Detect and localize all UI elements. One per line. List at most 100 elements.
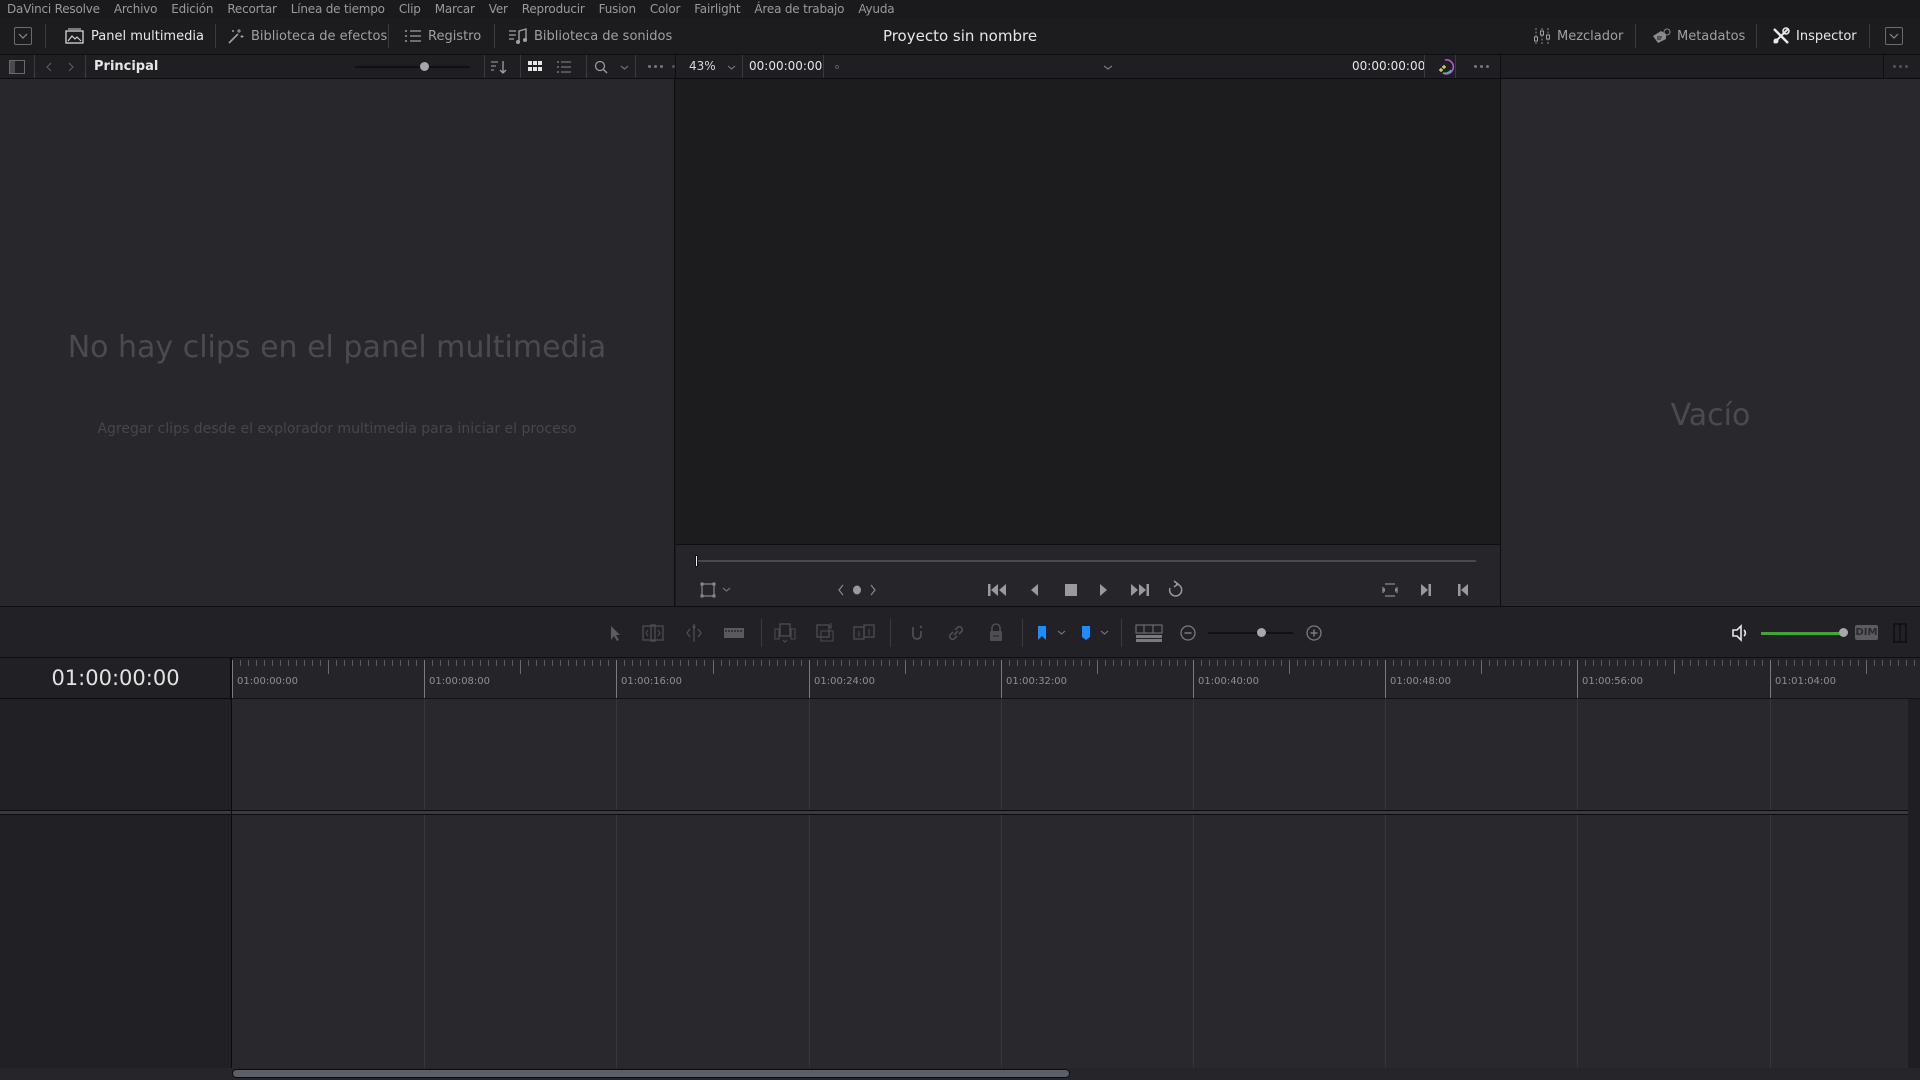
menu-davinci-resolve[interactable]: DaVinci Resolve (7, 2, 100, 16)
replace-clip-icon[interactable] (852, 621, 876, 645)
dim-button[interactable]: DIM (1855, 625, 1878, 640)
overwrite-clip-icon[interactable] (813, 621, 837, 645)
slider-handle[interactable] (1839, 628, 1848, 637)
tab-mezclador[interactable]: Mezclador (1533, 18, 1623, 54)
menu-linea-de-tiempo[interactable]: Línea de tiempo (291, 2, 385, 16)
tab-panel-multimedia[interactable]: Panel multimedia (65, 18, 204, 54)
timeline-view-options-icon[interactable] (1135, 621, 1163, 645)
project-title: Proyecto sin nombre (882, 27, 1038, 45)
chevron-down-icon[interactable] (1100, 630, 1109, 635)
slider-handle[interactable] (1256, 628, 1266, 637)
thumbnail-view-icon[interactable] (528, 61, 542, 73)
chevron-down-icon[interactable] (1057, 630, 1066, 635)
scrubber-bar[interactable] (695, 555, 1476, 567)
zoom-out-icon[interactable] (1176, 621, 1200, 645)
linked-selection-icon[interactable] (944, 621, 968, 645)
match-frame-icon[interactable] (1381, 582, 1399, 598)
menu-color[interactable]: Color (650, 2, 681, 16)
menu-edicion[interactable]: Edición (171, 2, 213, 16)
timeline-vertical-scrollbar[interactable] (1908, 699, 1920, 1068)
tab-inspector[interactable]: Inspector (1772, 18, 1857, 54)
dynamic-trim-icon[interactable] (682, 621, 706, 645)
audio-meter-icon[interactable] (1893, 623, 1907, 643)
timeline-tracks[interactable] (232, 699, 1920, 1068)
menu-ver[interactable]: Ver (489, 2, 508, 16)
menu-fusion[interactable]: Fusion (599, 2, 636, 16)
menu-reproducir[interactable]: Reproducir (522, 2, 585, 16)
timeline-ruler[interactable]: 01:00:00:00 01:00:08:00 01:00:16:00 01:00:2… (232, 658, 1920, 699)
play-icon[interactable] (1098, 582, 1110, 598)
timeline-grid-line (1385, 699, 1386, 1068)
timeline-current-timecode[interactable]: 01:00:00:00 (0, 658, 231, 699)
position-lock-icon[interactable] (984, 621, 1008, 645)
color-effects-icon[interactable] (1437, 58, 1455, 76)
inspector-more-options-icon[interactable] (1893, 65, 1908, 68)
menu-fairlight[interactable]: Fairlight (694, 2, 740, 16)
jog-left-icon[interactable] (837, 584, 845, 596)
chevron-down-icon[interactable] (727, 65, 736, 70)
jog-right-icon[interactable] (869, 584, 877, 596)
chevron-down-icon[interactable] (722, 587, 731, 592)
more-options-icon[interactable] (648, 65, 663, 68)
workspace-dropdown-button[interactable] (14, 27, 32, 45)
sort-icon[interactable] (490, 60, 508, 74)
divider (215, 24, 216, 48)
scrollbar-thumb[interactable] (232, 1069, 1070, 1078)
menu-bar: DaVinci Resolve Archivo Edición Recortar… (0, 0, 1920, 18)
divider (823, 55, 824, 78)
timeline-horizontal-scrollbar[interactable] (0, 1068, 1920, 1080)
menu-area-de-trabajo[interactable]: Área de trabajo (754, 2, 844, 16)
menu-ayuda[interactable]: Ayuda (858, 2, 894, 16)
volume-fill (1761, 632, 1843, 635)
timeline-grid-line (424, 699, 425, 1068)
sidebar-toggle-icon[interactable] (9, 60, 25, 74)
viewer-timecode-right: 00:00:00:00 (1352, 59, 1426, 73)
slider-handle[interactable] (420, 62, 429, 71)
search-icon[interactable] (594, 60, 608, 74)
trim-edit-mode-icon[interactable] (641, 621, 665, 645)
tab-biblioteca-de-sonidos[interactable]: Biblioteca de sonidos (508, 18, 672, 54)
back-arrow-icon[interactable] (46, 62, 52, 72)
stop-icon[interactable] (1063, 582, 1079, 598)
insert-clip-icon[interactable] (773, 621, 797, 645)
volume-slider[interactable] (1761, 628, 1848, 637)
timeline-grid-line (616, 699, 617, 1068)
menu-clip[interactable]: Clip (399, 2, 421, 16)
tab-label: Panel multimedia (91, 28, 204, 44)
previous-edit-icon[interactable] (1457, 582, 1469, 598)
menu-archivo[interactable]: Archivo (114, 2, 158, 16)
chevron-down-icon[interactable] (620, 65, 629, 70)
timeline-zoom-slider[interactable] (1208, 628, 1293, 637)
panel-options-dropdown-button[interactable] (1885, 27, 1903, 45)
go-to-start-icon[interactable] (987, 582, 1007, 598)
snapping-icon[interactable] (905, 621, 929, 645)
selection-mode-icon[interactable] (603, 621, 627, 645)
viewer-more-options-icon[interactable] (1474, 65, 1489, 68)
jog-wheel-icon[interactable] (852, 584, 862, 596)
forward-arrow-icon[interactable] (68, 62, 74, 72)
viewer-zoom-value[interactable]: 43% (689, 55, 716, 78)
playhead[interactable] (695, 555, 698, 567)
loop-icon[interactable] (1166, 580, 1184, 598)
viewer-screen[interactable] (676, 79, 1500, 545)
tab-metadatos[interactable]: Metadatos (1651, 18, 1745, 54)
menu-marcar[interactable]: Marcar (435, 2, 475, 16)
list-view-icon[interactable] (557, 61, 571, 73)
thumbnail-size-slider[interactable] (355, 62, 470, 71)
tab-registro[interactable]: Registro (404, 18, 481, 54)
timeline-select-chevron-icon[interactable] (1103, 65, 1113, 70)
zoom-in-icon[interactable] (1302, 621, 1326, 645)
tab-biblioteca-de-efectos[interactable]: Biblioteca de efectos (227, 18, 387, 54)
blade-edit-mode-icon[interactable] (722, 621, 746, 645)
volume-icon[interactable] (1729, 621, 1753, 645)
viewer-framing-icon[interactable] (700, 582, 716, 598)
next-edit-icon[interactable] (1420, 582, 1432, 598)
marker-icon[interactable] (1074, 621, 1098, 645)
flag-icon[interactable] (1030, 621, 1054, 645)
menu-recortar[interactable]: Recortar (227, 2, 277, 16)
media-pool-panel[interactable]: No hay clips en el panel multimedia Agre… (0, 79, 675, 606)
track-separator[interactable] (0, 810, 1920, 815)
divider (1455, 55, 1456, 78)
go-to-end-icon[interactable] (1130, 582, 1150, 598)
play-reverse-icon[interactable] (1028, 582, 1040, 598)
